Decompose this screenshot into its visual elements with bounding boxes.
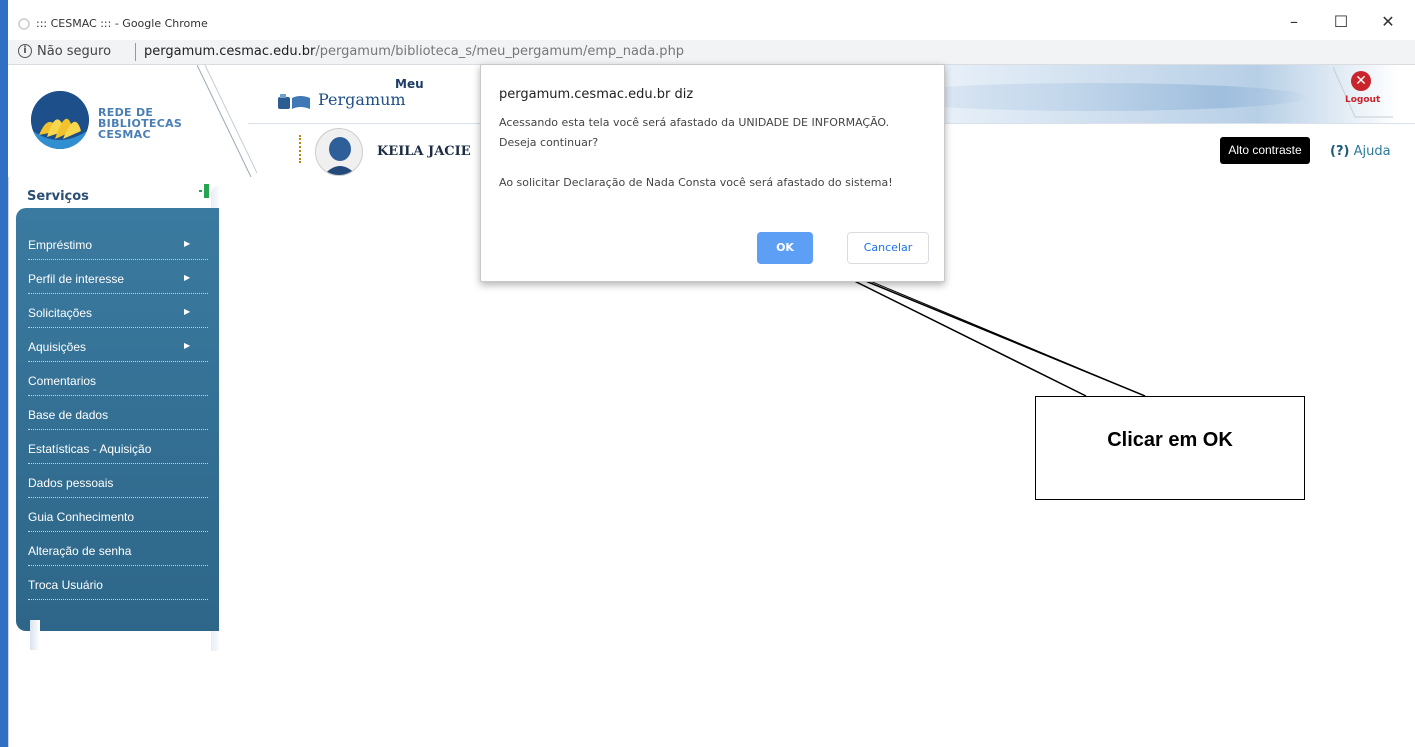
cancel-button[interactable]: Cancelar bbox=[847, 232, 929, 264]
dialog-message-line2: Deseja continuar? bbox=[499, 136, 599, 149]
ok-button[interactable]: OK bbox=[757, 232, 813, 264]
screen: ::: CESMAC ::: - Google Chrome – ☐ ✕ i N… bbox=[0, 0, 1415, 747]
dialog-message: Acessando esta tela você será afastado d… bbox=[499, 113, 893, 193]
callout-box: Clicar em OK bbox=[1035, 396, 1305, 500]
alert-dialog: pergamum.cesmac.edu.br diz Acessando est… bbox=[480, 64, 945, 282]
dialog-message-line3: Ao solicitar Declaração de Nada Consta v… bbox=[499, 176, 893, 189]
dialog-message-line1: Acessando esta tela você será afastado d… bbox=[499, 116, 890, 129]
dialog-title: pergamum.cesmac.edu.br diz bbox=[499, 87, 694, 102]
callout-text: Clicar em OK bbox=[1107, 429, 1233, 451]
